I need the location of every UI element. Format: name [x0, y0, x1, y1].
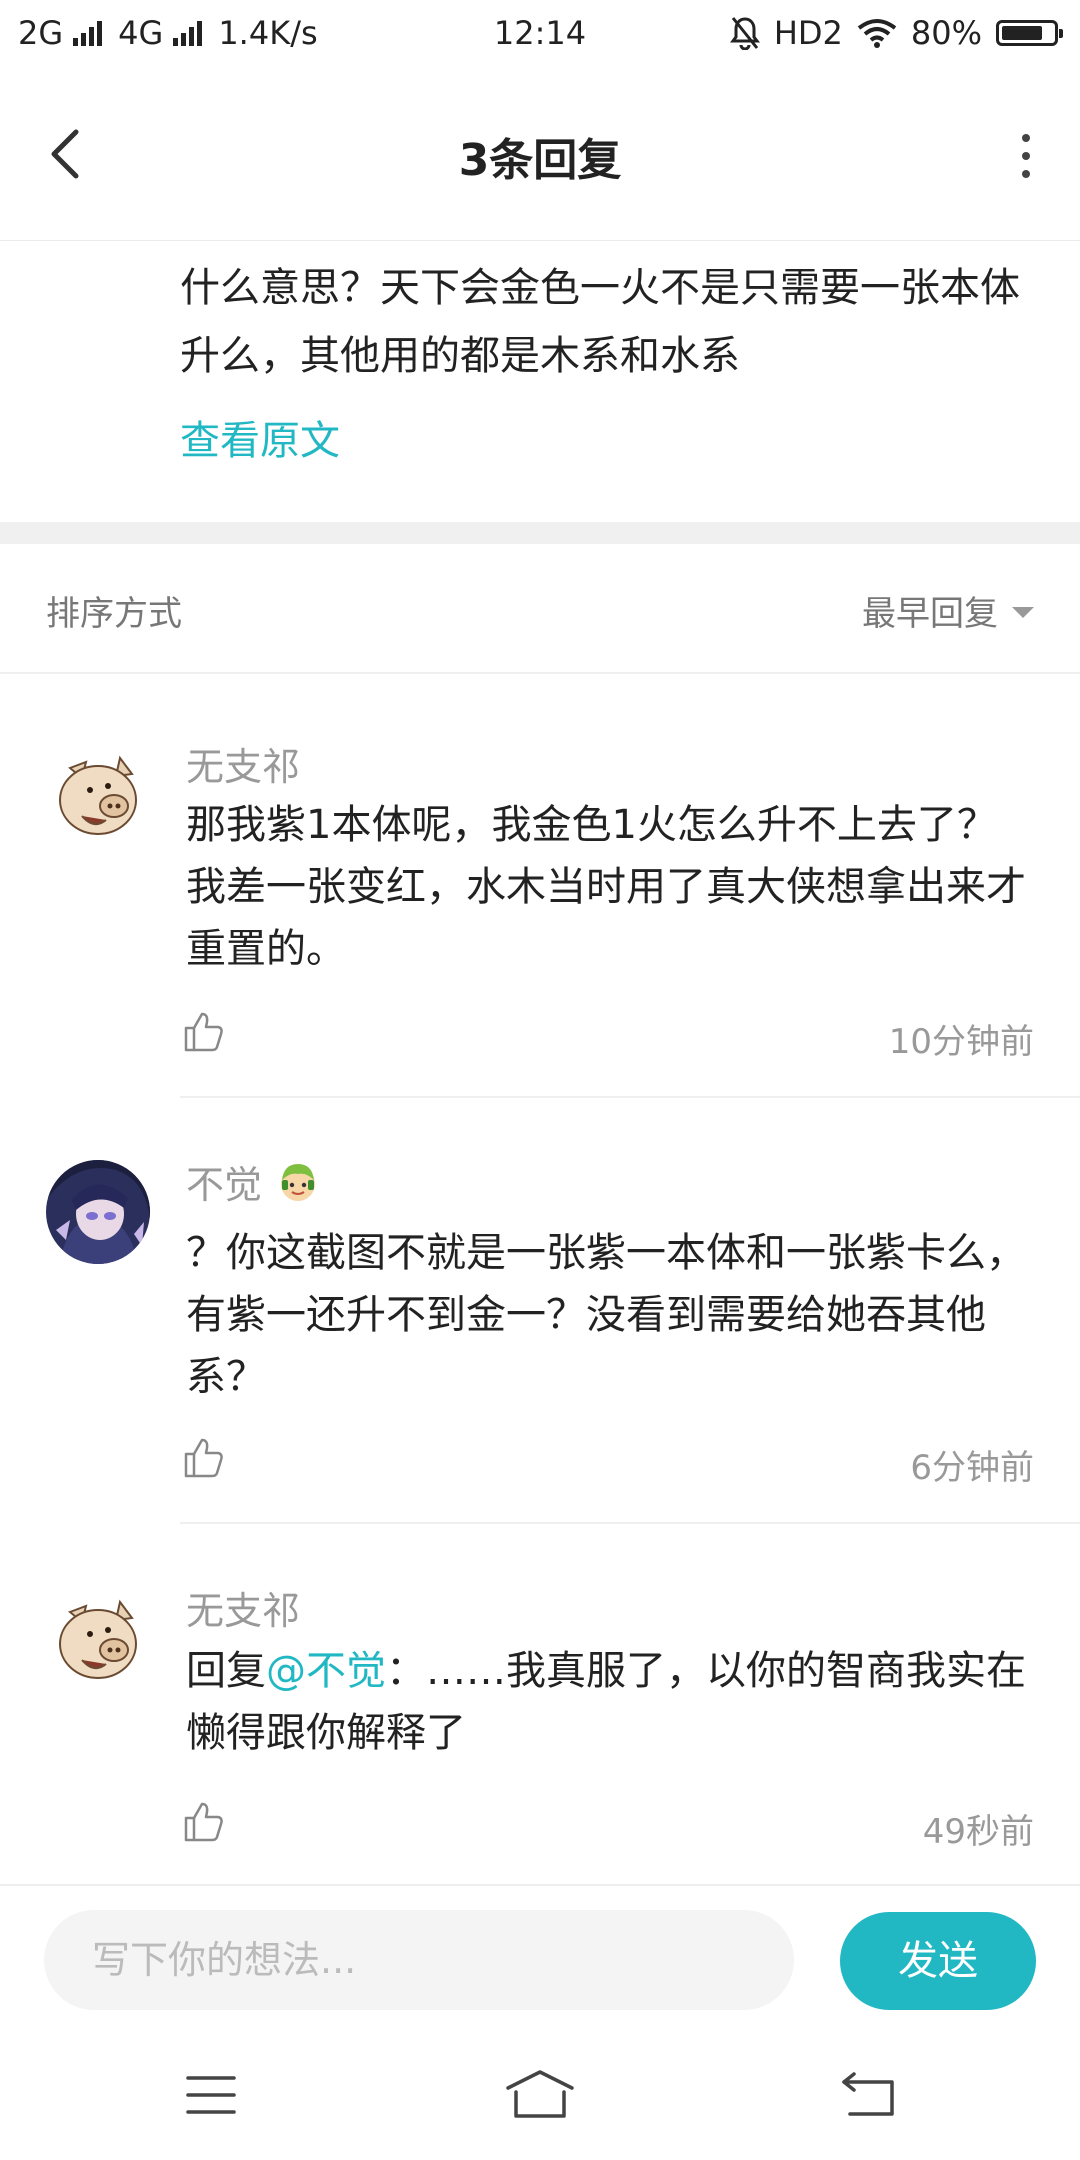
- emoji-badge-icon: [281, 1163, 316, 1201]
- view-original-link[interactable]: 查看原文: [180, 408, 340, 466]
- reply-text: 回复@不觉：……我真服了，以你的智商我实在懒得跟你解释了: [186, 1640, 1036, 1764]
- reply-item: 无支祁 那我紫1本体呢，我金色1火怎么升不上去了？我差一张变红，水木当时用了真大…: [0, 672, 1080, 1098]
- avatar[interactable]: [46, 744, 150, 848]
- username[interactable]: 不觉: [186, 1154, 320, 1209]
- send-button[interactable]: 发送: [840, 1912, 1036, 2010]
- reply-text: 那我紫1本体呢，我金色1火怎么升不上去了？我差一张变红，水木当时用了真大侠想拿出…: [186, 802, 1026, 972]
- reply-time: 49秒前: [922, 1812, 1034, 1852]
- thumbs-up-icon[interactable]: [182, 1436, 226, 1480]
- reply-text: ？你这截图不就是一张紫一本体和一张紫卡么，有紫一还升不到金一？没看到需要给她吞其…: [186, 1230, 1026, 1400]
- pig-avatar-icon: [46, 1588, 150, 1692]
- battery-fill: [1002, 26, 1042, 40]
- sort-bar: 排序方式 最早回复: [0, 544, 1080, 674]
- reply-item: 不觉 ？你这截图不就是一张紫一本体和一张紫卡么，有紫一还升不到金一？没看到需要给…: [0, 1098, 1080, 1524]
- username[interactable]: 无支祁: [186, 736, 300, 791]
- avatar[interactable]: [46, 1160, 150, 1264]
- section-divider: [0, 522, 1080, 544]
- system-nav-bar: [0, 2044, 1080, 2160]
- username-text: 无支祁: [186, 745, 301, 789]
- mention-link[interactable]: @不觉: [266, 1648, 386, 1694]
- anime-avatar-icon: [46, 1160, 150, 1264]
- pig-avatar-icon: [46, 744, 150, 848]
- thumbs-up-icon[interactable]: [182, 1800, 226, 1844]
- back-nav-icon[interactable]: [840, 2070, 898, 2120]
- bell-muted-icon: [729, 17, 760, 50]
- page-title: 3条回复: [458, 135, 622, 186]
- username[interactable]: 无支祁: [186, 1580, 300, 1635]
- reply-item: 无支祁 回复@不觉：……我真服了，以你的智商我实在懒得跟你解释了 49秒前: [0, 1524, 1080, 1884]
- reply-time: 10分钟前: [888, 1022, 1034, 1062]
- home-icon[interactable]: [504, 2068, 576, 2122]
- reply-input-bar: 写下你的想法... 发送: [0, 1884, 1080, 2046]
- battery-icon: [996, 20, 1063, 46]
- reply-time: 6分钟前: [910, 1448, 1034, 1488]
- hd-label: HD2: [773, 14, 843, 52]
- status-right: HD2 80%: [729, 14, 1063, 52]
- status-bar: 2G 4G 1.4K/s 12:14 HD2 80%: [0, 0, 1080, 72]
- sort-dropdown[interactable]: 最早回复: [862, 586, 1034, 635]
- more-options-icon[interactable]: [1016, 134, 1036, 178]
- sort-label: 排序方式: [46, 594, 182, 634]
- avatar[interactable]: [46, 1588, 150, 1692]
- thumbs-up-icon[interactable]: [182, 1010, 226, 1054]
- original-comment-text: 什么意思？天下会金色一火不是只需要一张本体升么，其他用的都是木系和水系: [180, 265, 1020, 379]
- sort-value: 最早回复: [862, 594, 998, 634]
- top-bar: 3条回复: [0, 72, 1080, 241]
- reply-input[interactable]: 写下你的想法...: [44, 1910, 794, 2010]
- reply-prefix: 回复: [186, 1648, 266, 1694]
- menu-icon[interactable]: [184, 2072, 238, 2118]
- caret-down-icon: [1012, 607, 1034, 618]
- username-text: 无支祁: [186, 1589, 301, 1633]
- battery-percent: 80%: [910, 14, 982, 52]
- username-text: 不觉: [186, 1163, 263, 1207]
- wifi-icon: [857, 19, 897, 48]
